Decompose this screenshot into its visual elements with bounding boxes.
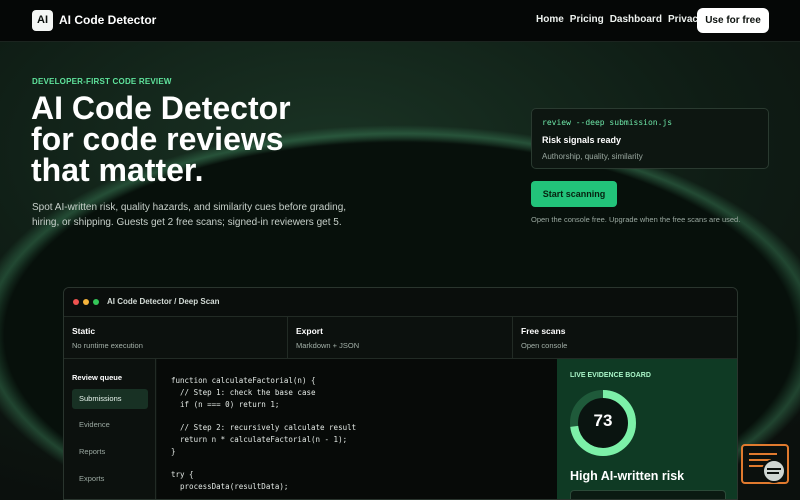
tile-subtitle: Markdown + JSON	[296, 341, 360, 350]
tile-subtitle: Open console	[521, 341, 568, 350]
queue-item-evidence[interactable]: Evidence	[72, 415, 148, 435]
queue-item-submissions[interactable]: Submissions	[72, 389, 148, 409]
start-scanning-button[interactable]: Start scanning	[531, 181, 617, 207]
app-window: AI Code Detector / Deep Scan Static No r…	[63, 287, 738, 500]
console-subtitle: Authorship, quality, similarity	[542, 152, 643, 161]
risk-score: 73	[593, 411, 613, 430]
feature-tiles: Static No runtime execution Export Markd…	[64, 317, 737, 359]
top-nav: AI AI Code Detector Home Pricing Dashboa…	[0, 0, 800, 42]
nav-link-pricing[interactable]: Pricing	[570, 14, 604, 25]
window-title: AI Code Detector / Deep Scan	[107, 297, 220, 306]
review-queue-sidebar: Review queue Submissions Evidence Report…	[64, 359, 156, 499]
hero-eyebrow: DEVELOPER-FIRST CODE REVIEW	[32, 77, 172, 86]
tile-static: Static No runtime execution	[64, 317, 288, 359]
brand-name[interactable]: AI Code Detector	[59, 13, 156, 27]
nav-link-home[interactable]: Home	[536, 14, 564, 25]
headline-line: that matter.	[31, 152, 204, 188]
headline-line: for code reviews	[31, 121, 284, 157]
logo-icon[interactable]: AI	[32, 10, 53, 31]
close-dot-icon	[73, 299, 79, 305]
tile-subtitle: No runtime execution	[72, 341, 143, 350]
scan-note: Open the console free. Upgrade when the …	[531, 215, 741, 224]
hero-headline: AI Code Detector for code reviews that m…	[31, 90, 291, 188]
hero-subtitle: Spot AI-written risk, quality hazards, a…	[32, 202, 347, 228]
queue-heading: Review queue	[72, 373, 123, 382]
queue-item-reports[interactable]: Reports	[72, 442, 148, 462]
tile-title: Export	[296, 326, 323, 336]
tile-free-scans[interactable]: Free scans Open console	[513, 317, 737, 359]
chat-widget-icon[interactable]	[741, 444, 791, 486]
nav-links: Home Pricing Dashboard Privacy	[536, 14, 704, 25]
board-evidence-card	[570, 490, 726, 499]
risk-label: High AI-written risk	[570, 469, 685, 483]
nav-link-dashboard[interactable]: Dashboard	[610, 14, 662, 25]
code-viewer[interactable]: function calculateFactorial(n) { // Step…	[157, 359, 557, 499]
tile-title: Static	[72, 326, 96, 336]
use-for-free-button[interactable]: Use for free	[697, 8, 769, 33]
live-evidence-board: LIVE EVIDENCE BOARD 73 High AI-written r…	[557, 359, 737, 499]
maximize-dot-icon	[93, 299, 99, 305]
window-titlebar: AI Code Detector / Deep Scan	[64, 288, 737, 317]
headline-line: AI Code Detector	[31, 90, 291, 126]
board-heading: LIVE EVIDENCE BOARD	[570, 372, 651, 379]
queue-item-exports[interactable]: Exports	[72, 469, 148, 489]
tile-export: Export Markdown + JSON	[288, 317, 513, 359]
tile-title: Free scans	[521, 326, 566, 336]
console-preview-card: review --deep submission.js Risk signals…	[531, 108, 769, 169]
console-command: review --deep submission.js	[542, 118, 673, 127]
minimize-dot-icon	[83, 299, 89, 305]
console-title: Risk signals ready	[542, 135, 622, 145]
